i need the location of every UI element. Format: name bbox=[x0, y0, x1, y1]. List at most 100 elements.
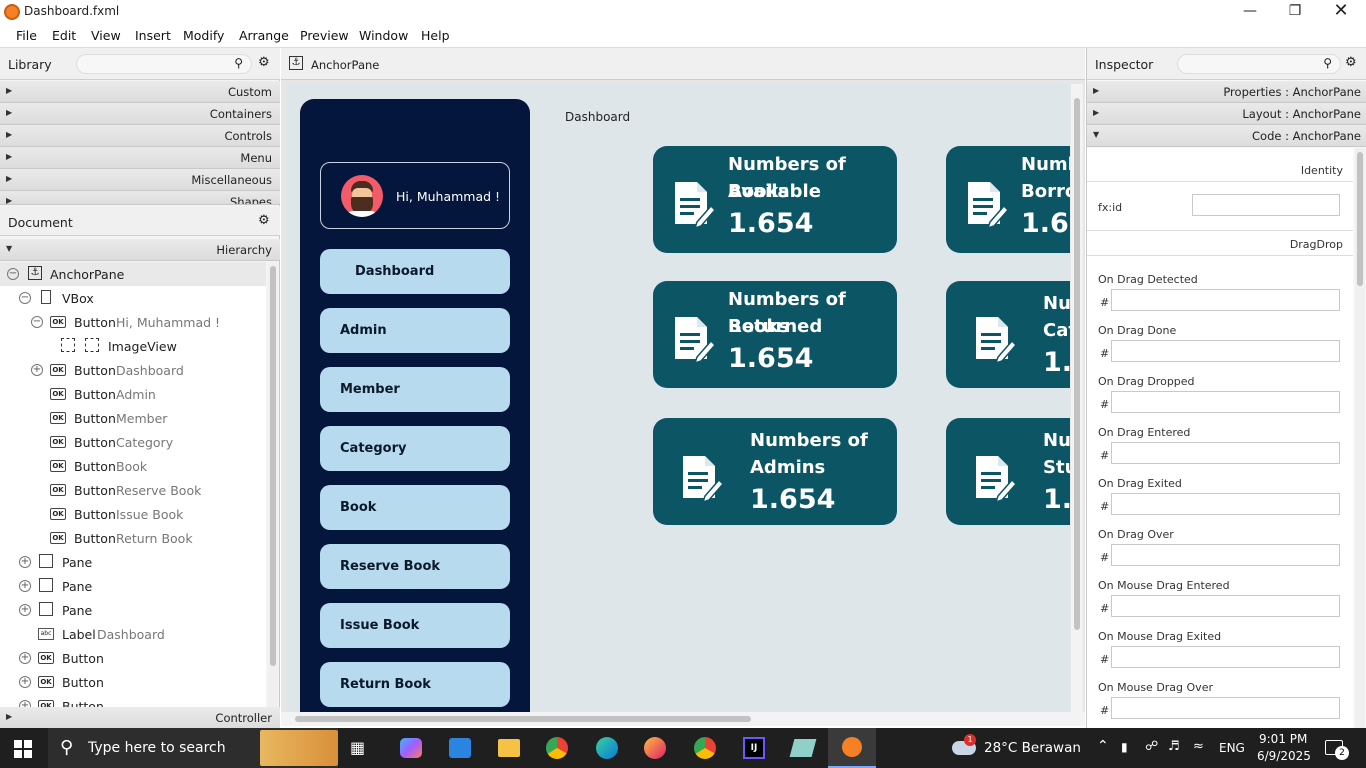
tree-row-vbox[interactable]: − VBox bbox=[0, 286, 266, 310]
chrome-profile-icon[interactable] bbox=[694, 737, 716, 759]
nav-member-button[interactable]: Member bbox=[320, 367, 510, 412]
tree-row-imageview[interactable]: ImageView bbox=[0, 334, 266, 358]
file-explorer-icon[interactable] bbox=[498, 739, 520, 757]
store-icon[interactable] bbox=[449, 738, 471, 758]
expand-icon[interactable]: + bbox=[19, 604, 31, 616]
copilot-icon[interactable] bbox=[400, 738, 422, 758]
stat-card-books-returned[interactable]: Numbers of Books Returned 1.654 bbox=[653, 281, 897, 388]
stat-card-admins[interactable]: Numbers of Admins 1.654 bbox=[653, 418, 897, 525]
on-mouse-drag-over-input[interactable] bbox=[1111, 697, 1340, 719]
menu-modify[interactable]: Modify bbox=[183, 28, 224, 43]
task-view-icon[interactable]: ▦ bbox=[350, 738, 365, 757]
nav-reserve-book-button[interactable]: Reserve Book bbox=[320, 544, 510, 589]
library-section-misc[interactable]: ▶ Miscellaneous bbox=[0, 169, 280, 191]
tree-row-button[interactable]: + OK Button bbox=[0, 646, 266, 670]
tree-row-button-category[interactable]: OK Button Category bbox=[0, 430, 266, 454]
editor-vertical-scrollbar[interactable] bbox=[1071, 84, 1083, 712]
tree-row-anchorpane[interactable]: − ⚓ AnchorPane bbox=[0, 262, 266, 286]
inspector-scrollbar[interactable] bbox=[1355, 148, 1365, 728]
wifi-icon[interactable]: ≈ bbox=[1193, 739, 1204, 754]
gear-icon[interactable]: ⚙ bbox=[258, 55, 270, 70]
taskbar-search-box[interactable]: ⚲ Type here to search bbox=[48, 728, 338, 768]
expand-icon[interactable]: + bbox=[19, 652, 31, 664]
tree-row-button-admin[interactable]: OK Button Admin bbox=[0, 382, 266, 406]
nav-dashboard-button[interactable]: Dashboard bbox=[320, 249, 510, 294]
nav-book-button[interactable]: Book bbox=[320, 485, 510, 530]
controller-section[interactable]: ▶ Controller bbox=[0, 707, 280, 729]
chrome-icon[interactable] bbox=[546, 737, 568, 759]
code-section[interactable]: ▼ Code : AnchorPane bbox=[1087, 125, 1366, 147]
nav-issue-book-button[interactable]: Issue Book bbox=[320, 603, 510, 648]
stat-card-students[interactable]: Nu Stu 1. bbox=[946, 418, 1070, 525]
on-drag-over-input[interactable] bbox=[1111, 544, 1340, 566]
chevron-up-icon[interactable]: ⌃ bbox=[1097, 738, 1109, 754]
gear-icon[interactable]: ⚙ bbox=[1345, 55, 1357, 70]
library-section-containers[interactable]: ▶ Containers bbox=[0, 103, 280, 125]
windows-start-icon[interactable] bbox=[14, 740, 32, 758]
library-section-controls[interactable]: ▶ Controls bbox=[0, 125, 280, 147]
tree-row-button-greeting[interactable]: − OK Button Hi, Muhammad ! bbox=[0, 310, 266, 334]
tree-row-button-book[interactable]: OK Button Book bbox=[0, 454, 266, 478]
notification-icon[interactable]: 2 bbox=[1325, 740, 1349, 760]
on-drag-exited-input[interactable] bbox=[1111, 493, 1340, 515]
on-drag-dropped-input[interactable] bbox=[1111, 391, 1340, 413]
editor-horizontal-scrollbar[interactable] bbox=[281, 712, 1085, 726]
tree-row-button-reserve-book[interactable]: OK Button Reserve Book bbox=[0, 478, 266, 502]
clock-time[interactable]: 9:01 PM bbox=[1259, 732, 1307, 746]
on-drag-entered-input[interactable] bbox=[1111, 442, 1340, 464]
network-icon[interactable]: ☍ bbox=[1145, 739, 1158, 754]
nav-admin-button[interactable]: Admin bbox=[320, 308, 510, 353]
collapse-icon[interactable]: − bbox=[19, 292, 31, 304]
language-indicator[interactable]: ENG bbox=[1219, 741, 1245, 755]
on-drag-detected-input[interactable] bbox=[1111, 289, 1340, 311]
tree-row-button-issue-book[interactable]: OK Button Issue Book bbox=[0, 502, 266, 526]
tree-row-button-return-book[interactable]: OK Button Return Book bbox=[0, 526, 266, 550]
battery-icon[interactable]: ▮ bbox=[1121, 740, 1128, 754]
tree-row-button-member[interactable]: OK Button Member bbox=[0, 406, 266, 430]
gear-icon[interactable]: ⚙ bbox=[258, 213, 270, 228]
menu-insert[interactable]: Insert bbox=[135, 28, 171, 43]
scene-builder-taskbar-button[interactable] bbox=[828, 728, 876, 768]
close-button[interactable]: ✕ bbox=[1318, 0, 1364, 24]
weather-text[interactable]: 28°C Berawan bbox=[984, 740, 1081, 756]
hierarchy-section[interactable]: ▼ Hierarchy bbox=[0, 239, 280, 261]
inspector-search-input[interactable]: ⚲ bbox=[1177, 54, 1341, 74]
tree-row-pane[interactable]: + Pane bbox=[0, 550, 266, 574]
library-section-menu[interactable]: ▶ Menu bbox=[0, 147, 280, 169]
on-mouse-drag-exited-input[interactable] bbox=[1111, 646, 1340, 668]
menu-help[interactable]: Help bbox=[421, 28, 450, 43]
layout-section[interactable]: ▶ Layout : AnchorPane bbox=[1087, 103, 1366, 125]
tree-row-pane[interactable]: + Pane bbox=[0, 574, 266, 598]
tree-row-label-dashboard[interactable]: abc Label Dashboard bbox=[0, 622, 266, 646]
nav-return-book-button[interactable]: Return Book bbox=[320, 662, 510, 707]
menu-edit[interactable]: Edit bbox=[52, 28, 76, 43]
collapse-icon[interactable]: − bbox=[7, 268, 19, 280]
menu-file[interactable]: File bbox=[16, 28, 37, 43]
properties-section[interactable]: ▶ Properties : AnchorPane bbox=[1087, 81, 1366, 103]
tree-row-button[interactable]: + OK Button bbox=[0, 694, 266, 708]
collapse-icon[interactable]: − bbox=[31, 316, 43, 328]
stat-card-books-available[interactable]: Numbers of Books Available 1.654 bbox=[653, 146, 897, 253]
expand-icon[interactable]: + bbox=[19, 676, 31, 688]
firefox-icon[interactable] bbox=[644, 737, 666, 759]
menu-arrange[interactable]: Arrange bbox=[239, 28, 289, 43]
notepad-icon[interactable] bbox=[789, 739, 817, 757]
maximize-button[interactable]: ❐ bbox=[1272, 0, 1318, 24]
menu-window[interactable]: Window bbox=[359, 28, 408, 43]
minimize-button[interactable]: — bbox=[1227, 0, 1273, 24]
tree-row-button-dashboard[interactable]: + OK Button Dashboard bbox=[0, 358, 266, 382]
expand-icon[interactable]: + bbox=[19, 556, 31, 568]
on-mouse-drag-entered-input[interactable] bbox=[1111, 595, 1340, 617]
tree-row-button[interactable]: + OK Button bbox=[0, 670, 266, 694]
edge-icon[interactable] bbox=[596, 737, 618, 759]
greeting-button[interactable]: Hi, Muhammad ! bbox=[320, 162, 510, 229]
intellij-icon[interactable]: IJ bbox=[743, 737, 765, 759]
menu-preview[interactable]: Preview bbox=[300, 28, 349, 43]
fxid-input[interactable] bbox=[1192, 194, 1340, 216]
weather-icon[interactable]: 1 bbox=[952, 734, 976, 755]
tree-row-pane[interactable]: + Pane bbox=[0, 598, 266, 622]
menu-view[interactable]: View bbox=[91, 28, 121, 43]
expand-icon[interactable]: + bbox=[31, 364, 43, 376]
breadcrumb[interactable]: AnchorPane bbox=[311, 58, 379, 72]
stat-card-books-borrowed[interactable]: Numb Borro 1.65 bbox=[946, 146, 1070, 253]
